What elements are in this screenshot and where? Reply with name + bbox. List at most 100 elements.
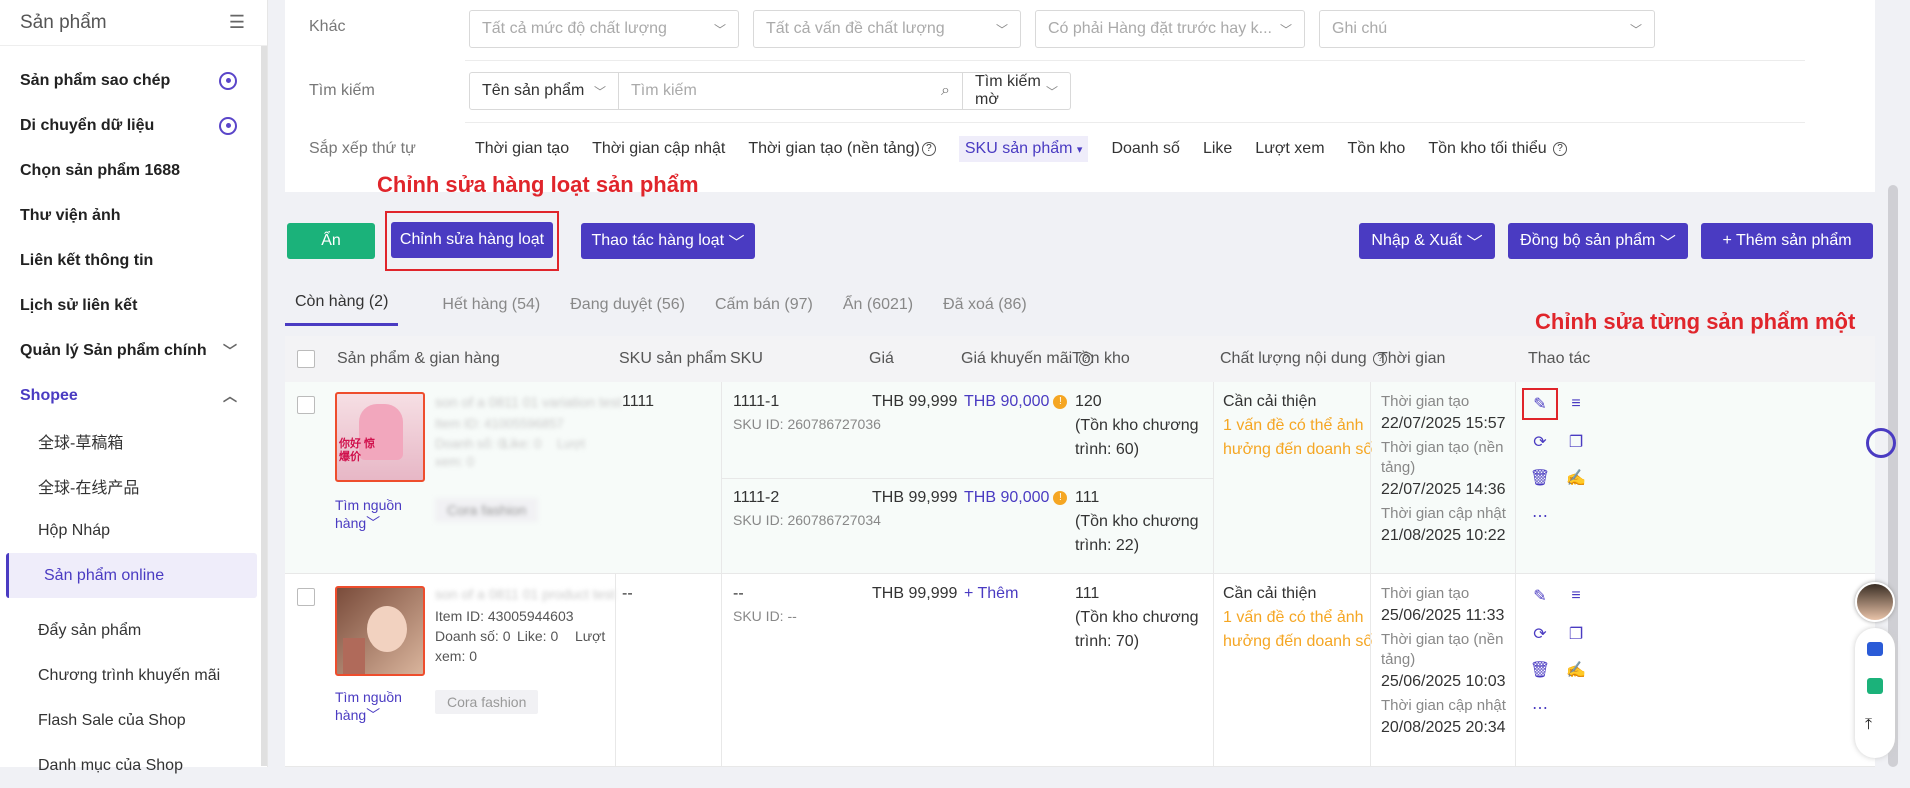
import-export-button[interactable]: Nhập & Xuất ﹀ [1359, 223, 1495, 259]
more-icon[interactable]: ⋯ [1529, 697, 1551, 719]
find-source-link[interactable]: Tìm nguồn hàng﹀ [335, 496, 402, 532]
hide-button[interactable]: Ẩn [287, 223, 375, 259]
select-value: Tất cả mức độ chất lượng [482, 20, 667, 37]
tab-in-stock[interactable]: Còn hàng (2) [285, 293, 399, 326]
sort-list-icon[interactable]: ≡ [1565, 393, 1587, 415]
back-to-top-icon[interactable]: ⤒ [1865, 716, 1872, 734]
sort-stock[interactable]: Tồn kho [1348, 140, 1406, 158]
sidebar-scrollbar[interactable] [261, 46, 267, 766]
col-content-quality: Chất lượng nội dung ? [1220, 350, 1388, 368]
sidebar-subitem-label: 全球-草稿箱 [38, 434, 124, 452]
delete-icon[interactable]: 🗑 [1529, 467, 1551, 489]
sidebar-subitem-shop-categories[interactable]: Danh mục của Shop [0, 743, 267, 788]
product-thumbnail[interactable]: 你好 惊爆价 [335, 392, 425, 482]
sidebar-subitem-push-products[interactable]: Đẩy sản phẩm [0, 608, 267, 653]
product-name[interactable]: son of a 0811 01 variation test [435, 390, 622, 414]
sidebar-item-data-migration[interactable]: Di chuyển dữ liệu [0, 103, 267, 148]
book-icon[interactable] [1867, 678, 1883, 694]
sync-products-button[interactable]: Đồng bộ sản phẩm ﹀ [1508, 223, 1688, 259]
avatar[interactable] [1855, 582, 1895, 622]
tab-banned[interactable]: Cấm bán (97) [705, 296, 823, 326]
edit-note-icon[interactable]: ✍ [1565, 467, 1587, 489]
sort-list-icon[interactable]: ≡ [1565, 585, 1587, 607]
select-all-checkbox[interactable] [297, 350, 315, 368]
edit-icon[interactable]: ✎ [1529, 393, 1551, 415]
row-checkbox[interactable] [297, 588, 315, 606]
edit-icon[interactable]: ✎ [1529, 585, 1551, 607]
quality-note[interactable]: 1 vấn đề có thể ảnh [1223, 606, 1364, 630]
sidebar-item-link-history[interactable]: Lịch sử liên kết [0, 283, 267, 328]
product-name[interactable]: son of a 0811 01 product test [435, 582, 615, 606]
quality-note[interactable]: hưởng đến doanh số [1223, 438, 1372, 462]
sync-icon[interactable]: ⟳ [1529, 623, 1551, 645]
sidebar-subitem-flash-sale[interactable]: Flash Sale của Shop [0, 698, 267, 743]
copy-icon[interactable]: ❐ [1565, 623, 1587, 645]
delete-icon[interactable]: 🗑 [1529, 659, 1551, 681]
row-checkbox[interactable] [297, 396, 315, 414]
tab-deleted[interactable]: Đã xoá (86) [933, 296, 1037, 326]
floating-toolbar: ⤒ [1855, 628, 1895, 758]
preorder-select[interactable]: Có phải Hàng đặt trước hay k... ﹀ [1035, 10, 1305, 48]
variant-sku: 1111-2 [733, 489, 780, 506]
search-field-select[interactable]: Tên sản phẩm ﹀ [469, 72, 619, 110]
sync-icon[interactable]: ⟳ [1529, 431, 1551, 453]
search-input[interactable]: Tìm kiếm ⌕ [619, 72, 963, 110]
time-platform: 22/07/2025 14:36 [1381, 481, 1506, 498]
sort-like[interactable]: Like [1203, 140, 1232, 158]
quality-issue-select[interactable]: Tất cả vấn đề chất lượng ﹀ [753, 10, 1021, 48]
note-select[interactable]: Ghi chú ﹀ [1319, 10, 1655, 48]
sidebar-item-shopee[interactable]: Shopee ︿ [0, 373, 267, 418]
shop-tag: Cora fashion [435, 690, 539, 714]
bulk-edit-button[interactable]: Chỉnh sửa hàng loạt [391, 222, 553, 258]
table-row: son of a 0811 01 product test Item ID: 4… [285, 574, 1875, 767]
settings-icon[interactable] [219, 116, 237, 135]
sidebar-item-image-library[interactable]: Thư viện ảnh [0, 193, 267, 238]
promo-price[interactable]: THB 90,000! [964, 486, 1068, 510]
tab-out-of-stock[interactable]: Hết hàng (54) [432, 296, 550, 326]
find-source-link[interactable]: Tìm nguồn hàng﹀ [335, 688, 402, 724]
collapse-menu-icon[interactable]: ☰ [229, 12, 245, 33]
sidebar-subitem-drafts[interactable]: Hộp Nháp [0, 508, 267, 553]
tab-count: (86) [998, 296, 1027, 313]
promo-price[interactable]: THB 90,000! [964, 390, 1068, 414]
quality-note[interactable]: 1 vấn đề có thể ảnh [1223, 414, 1364, 438]
variant-sku-id: SKU ID: -- [733, 608, 797, 624]
copy-icon[interactable]: ❐ [1565, 431, 1587, 453]
bulk-actions-button[interactable]: Thao tác hàng loạt ﹀ [581, 223, 755, 259]
sort-created[interactable]: Thời gian tạo [475, 140, 569, 158]
sidebar-subitem-promotions[interactable]: Chương trình khuyến mãi [0, 653, 267, 698]
sort-updated[interactable]: Thời gian cập nhật [592, 140, 725, 158]
sidebar-item-1688[interactable]: Chọn sản phẩm 1688 [0, 148, 267, 193]
sidebar-subitem-global-drafts[interactable]: 全球-草稿箱 [0, 418, 267, 463]
add-product-button[interactable]: + Thêm sản phẩm [1701, 223, 1873, 259]
chevron-down-icon: ﹀ [1279, 22, 1292, 37]
settings-icon[interactable] [219, 71, 237, 90]
sidebar-item-main-products[interactable]: Quản lý Sản phẩm chính ﹀ [0, 328, 267, 373]
sort-min-stock[interactable]: Tồn kho tối thiểu ? [1428, 140, 1568, 158]
quality-level-select[interactable]: Tất cả mức độ chất lượng ﹀ [469, 10, 739, 48]
sidebar-subitem-online-products[interactable]: Sản phẩm online [6, 553, 257, 598]
filter-row-other: Khác Tất cả mức độ chất lượng ﹀ Tất cả vấ… [309, 10, 1835, 48]
more-icon[interactable]: ⋯ [1529, 505, 1551, 527]
sidebar-subitem-global-online[interactable]: 全球-在线产品 [0, 463, 267, 508]
tab-under-review[interactable]: Đang duyệt (56) [560, 296, 695, 326]
add-promo-link[interactable]: + Thêm [964, 582, 1018, 606]
sort-platform-created[interactable]: Thời gian tạo (nền tảng)? [748, 140, 936, 158]
help-icon[interactable]: ? [921, 141, 936, 156]
sort-sales[interactable]: Doanh số [1111, 140, 1180, 158]
sort-views[interactable]: Lượt xem [1255, 140, 1324, 158]
help-icon[interactable]: ? [1553, 141, 1568, 156]
chevron-down-icon: ﹀ [366, 515, 381, 531]
quality-note[interactable]: hưởng đến doanh số [1223, 630, 1372, 654]
search-icon[interactable]: ⌕ [941, 82, 950, 100]
product-thumbnail[interactable] [335, 586, 425, 676]
chat-icon[interactable] [1867, 642, 1883, 656]
sidebar-item-copied-products[interactable]: Sản phẩm sao chép [0, 58, 267, 103]
search-icon[interactable] [1866, 428, 1896, 458]
sidebar-item-link-info[interactable]: Liên kết thông tin [0, 238, 267, 283]
sort-product-sku[interactable]: SKU sản phẩm ▾ [958, 136, 1089, 162]
tab-hidden[interactable]: Ẩn (6021) [833, 296, 923, 326]
search-mode-select[interactable]: Tìm kiếm mờ ﹀ [963, 72, 1071, 110]
col-actions: Thao tác [1528, 350, 1591, 367]
edit-note-icon[interactable]: ✍ [1565, 659, 1587, 681]
